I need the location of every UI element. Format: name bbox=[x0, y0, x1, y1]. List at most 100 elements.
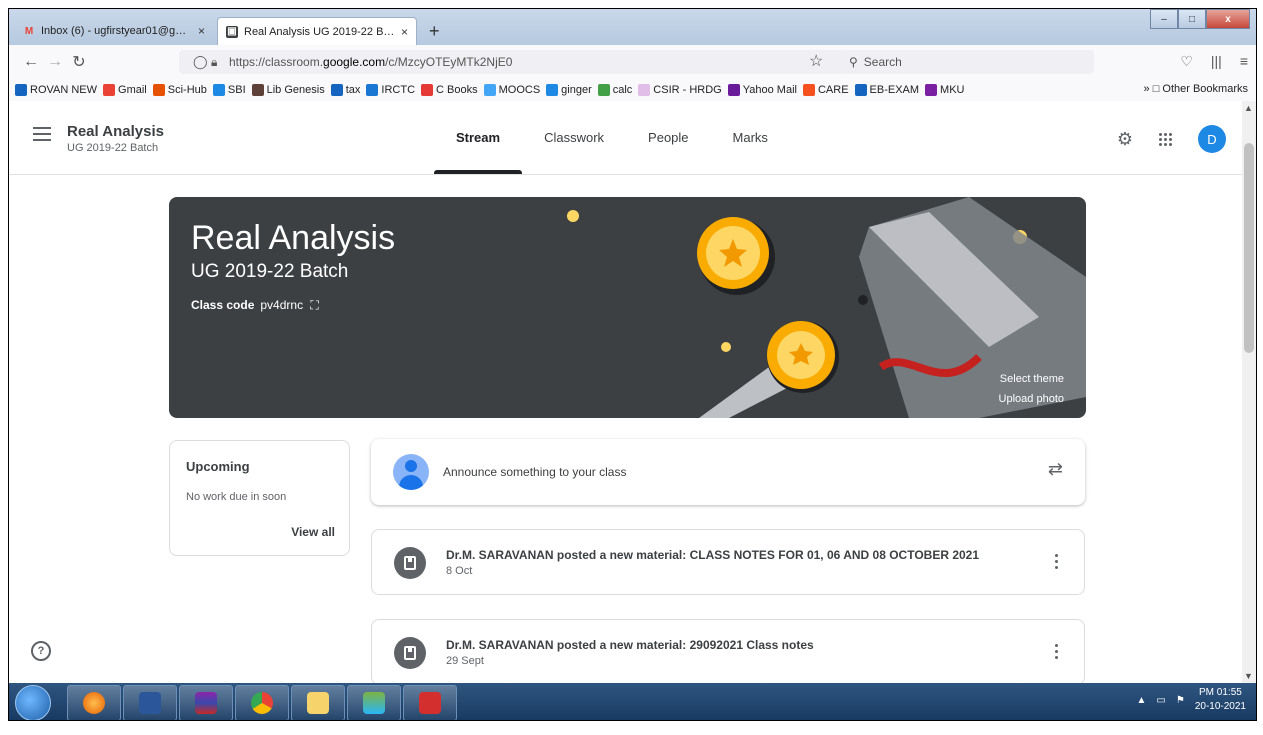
bookmark-label: calc bbox=[612, 84, 633, 96]
tray-arrow-icon[interactable]: ▲ bbox=[1137, 695, 1147, 706]
main-menu-icon[interactable] bbox=[33, 127, 51, 145]
settings-gear-icon[interactable]: ⚙ bbox=[1117, 129, 1133, 150]
bookmark-item[interactable]: Lib Genesis bbox=[251, 84, 325, 96]
winrar-icon bbox=[195, 692, 217, 714]
chrome-icon bbox=[251, 692, 273, 714]
browser-titlebar: M Inbox (6) - ugfirstyear01@gmail × ▣ Re… bbox=[9, 9, 1256, 45]
clock-date: 20-10-2021 bbox=[1194, 701, 1246, 712]
stream-post[interactable]: Dr.M. SARAVANAN posted a new material: 2… bbox=[371, 619, 1085, 685]
class-title[interactable]: Real Analysis bbox=[67, 123, 164, 140]
close-tab-icon[interactable]: × bbox=[198, 24, 205, 38]
window-controls: – □ x bbox=[1150, 9, 1250, 29]
post-date: 29 Sept bbox=[446, 655, 484, 667]
account-avatar[interactable]: D bbox=[1198, 125, 1226, 153]
maximize-button[interactable]: □ bbox=[1178, 9, 1206, 29]
system-tray: ▲ ▭ ⚑ PM 01:55 20-10-2021 bbox=[1137, 686, 1246, 714]
page-scrollbar[interactable]: ▲ ▼ bbox=[1242, 101, 1256, 683]
minimize-button[interactable]: – bbox=[1150, 9, 1178, 29]
tab-people[interactable]: People bbox=[626, 101, 710, 174]
classroom-icon: ▣ bbox=[226, 25, 238, 38]
new-tab-button[interactable]: + bbox=[429, 21, 440, 42]
back-arrow-icon[interactable]: ← bbox=[19, 53, 43, 71]
close-window-button[interactable]: x bbox=[1206, 9, 1250, 29]
bookmark-label: ROVAN NEW bbox=[30, 84, 98, 96]
banner-title: Real Analysis bbox=[191, 219, 396, 257]
pocket-icon[interactable]: ♡ bbox=[1180, 53, 1193, 70]
tab-classwork[interactable]: Classwork bbox=[522, 101, 626, 174]
other-bookmarks-folder[interactable]: » □ Other Bookmarks bbox=[1144, 83, 1248, 95]
bookmark-item[interactable]: Yahoo Mail bbox=[727, 84, 797, 96]
tab-stream[interactable]: Stream bbox=[434, 101, 523, 174]
taskbar-app[interactable] bbox=[347, 685, 401, 720]
network-icon[interactable]: ▭ bbox=[1156, 695, 1165, 706]
tab-real-analysis[interactable]: ▣ Real Analysis UG 2019-22 Batch × bbox=[217, 17, 417, 45]
bookmark-item[interactable]: CARE bbox=[802, 84, 849, 96]
taskbar-firefox[interactable] bbox=[67, 685, 121, 720]
bookmark-icon bbox=[152, 84, 165, 96]
start-button[interactable] bbox=[15, 685, 51, 720]
bookmark-item[interactable]: Sci-Hub bbox=[152, 84, 207, 96]
library-icon[interactable]: ||| bbox=[1211, 53, 1222, 70]
search-placeholder: Search bbox=[863, 55, 902, 69]
fullscreen-icon[interactable]: ⛶ bbox=[310, 298, 318, 312]
class-banner: Real Analysis UG 2019-22 Batch Class cod… bbox=[169, 197, 1086, 418]
menu-icon[interactable]: ≡ bbox=[1240, 53, 1248, 70]
bookmark-item[interactable]: Gmail bbox=[103, 84, 147, 96]
bookmark-item[interactable]: calc bbox=[597, 84, 633, 96]
repost-icon[interactable]: ⇄ bbox=[1048, 459, 1063, 480]
announce-box[interactable]: Announce something to your class ⇄ bbox=[371, 439, 1085, 505]
bookmark-icon bbox=[251, 84, 264, 96]
material-icon bbox=[394, 547, 426, 579]
shield-icon: ◯ bbox=[193, 54, 208, 69]
bookmark-item[interactable]: CSIR - HRDG bbox=[638, 84, 722, 96]
bookmark-item[interactable]: MKU bbox=[925, 84, 965, 96]
scroll-down-icon[interactable]: ▼ bbox=[1244, 671, 1253, 681]
bookmark-item[interactable]: EB-EXAM bbox=[854, 84, 919, 96]
taskbar-word[interactable] bbox=[123, 685, 177, 720]
word-icon bbox=[139, 692, 161, 714]
bookmark-item[interactable]: tax bbox=[330, 84, 360, 96]
class-subtitle: UG 2019-22 Batch bbox=[67, 142, 159, 154]
bookmark-star-icon[interactable]: ☆ bbox=[809, 51, 823, 71]
taskbar-explorer[interactable] bbox=[291, 685, 345, 720]
class-code-value: pv4drnc bbox=[260, 298, 304, 312]
bookmark-icon bbox=[854, 84, 867, 96]
bookmark-item[interactable]: ginger bbox=[546, 84, 592, 96]
toolbar-right: ♡ ||| ≡ bbox=[1180, 53, 1248, 70]
tab-label: Real Analysis UG 2019-22 Batch bbox=[244, 25, 395, 38]
search-box[interactable]: ⚲ Search bbox=[839, 50, 1094, 74]
bookmark-label: CSIR - HRDG bbox=[653, 84, 722, 96]
bookmark-item[interactable]: MOOCS bbox=[483, 84, 540, 96]
bookmark-icon bbox=[483, 84, 496, 96]
tab-marks[interactable]: Marks bbox=[711, 101, 790, 174]
scroll-thumb[interactable] bbox=[1244, 143, 1254, 353]
gmail-icon: M bbox=[24, 25, 34, 37]
apps-grid-icon[interactable] bbox=[1159, 132, 1172, 146]
bookmark-item[interactable]: SBI bbox=[212, 84, 246, 96]
taskbar-acrobat[interactable] bbox=[403, 685, 457, 720]
forward-arrow-icon[interactable]: → bbox=[43, 53, 67, 71]
bookmark-label: Sci-Hub bbox=[167, 84, 207, 96]
help-icon[interactable]: ? bbox=[31, 641, 51, 661]
bookmark-item[interactable]: ROVAN NEW bbox=[15, 84, 97, 96]
taskbar-winrar[interactable] bbox=[179, 685, 233, 720]
reload-icon[interactable]: ↻ bbox=[67, 52, 91, 72]
tab-label: Inbox (6) - ugfirstyear01@gmail bbox=[41, 25, 192, 37]
more-options-icon[interactable] bbox=[1055, 644, 1058, 659]
flag-icon[interactable]: ⚑ bbox=[1176, 695, 1185, 706]
bookmark-item[interactable]: IRCTC bbox=[366, 84, 415, 96]
bookmark-icon bbox=[366, 84, 379, 96]
clock[interactable]: PM 01:55 20-10-2021 bbox=[1195, 686, 1246, 714]
view-all-link[interactable]: View all bbox=[291, 525, 335, 539]
upload-photo-link[interactable]: Upload photo bbox=[999, 389, 1064, 409]
scroll-up-icon[interactable]: ▲ bbox=[1244, 103, 1253, 113]
close-tab-icon[interactable]: × bbox=[401, 25, 408, 39]
address-bar[interactable]: ◯ 🔒︎ https://classroom.google.com/c/Mzcy… bbox=[179, 50, 844, 74]
stream-post[interactable]: Dr.M. SARAVANAN posted a new material: C… bbox=[371, 529, 1085, 595]
select-theme-link[interactable]: Select theme bbox=[999, 369, 1064, 389]
bookmark-item[interactable]: C Books bbox=[421, 84, 478, 96]
taskbar-chrome[interactable] bbox=[235, 685, 289, 720]
bookmarks-bar: ROVAN NEW Gmail Sci-Hub SBI Lib Genesis tax IR… bbox=[9, 79, 1256, 102]
tab-inbox[interactable]: M Inbox (6) - ugfirstyear01@gmail × bbox=[15, 17, 213, 45]
more-options-icon[interactable] bbox=[1055, 554, 1058, 569]
